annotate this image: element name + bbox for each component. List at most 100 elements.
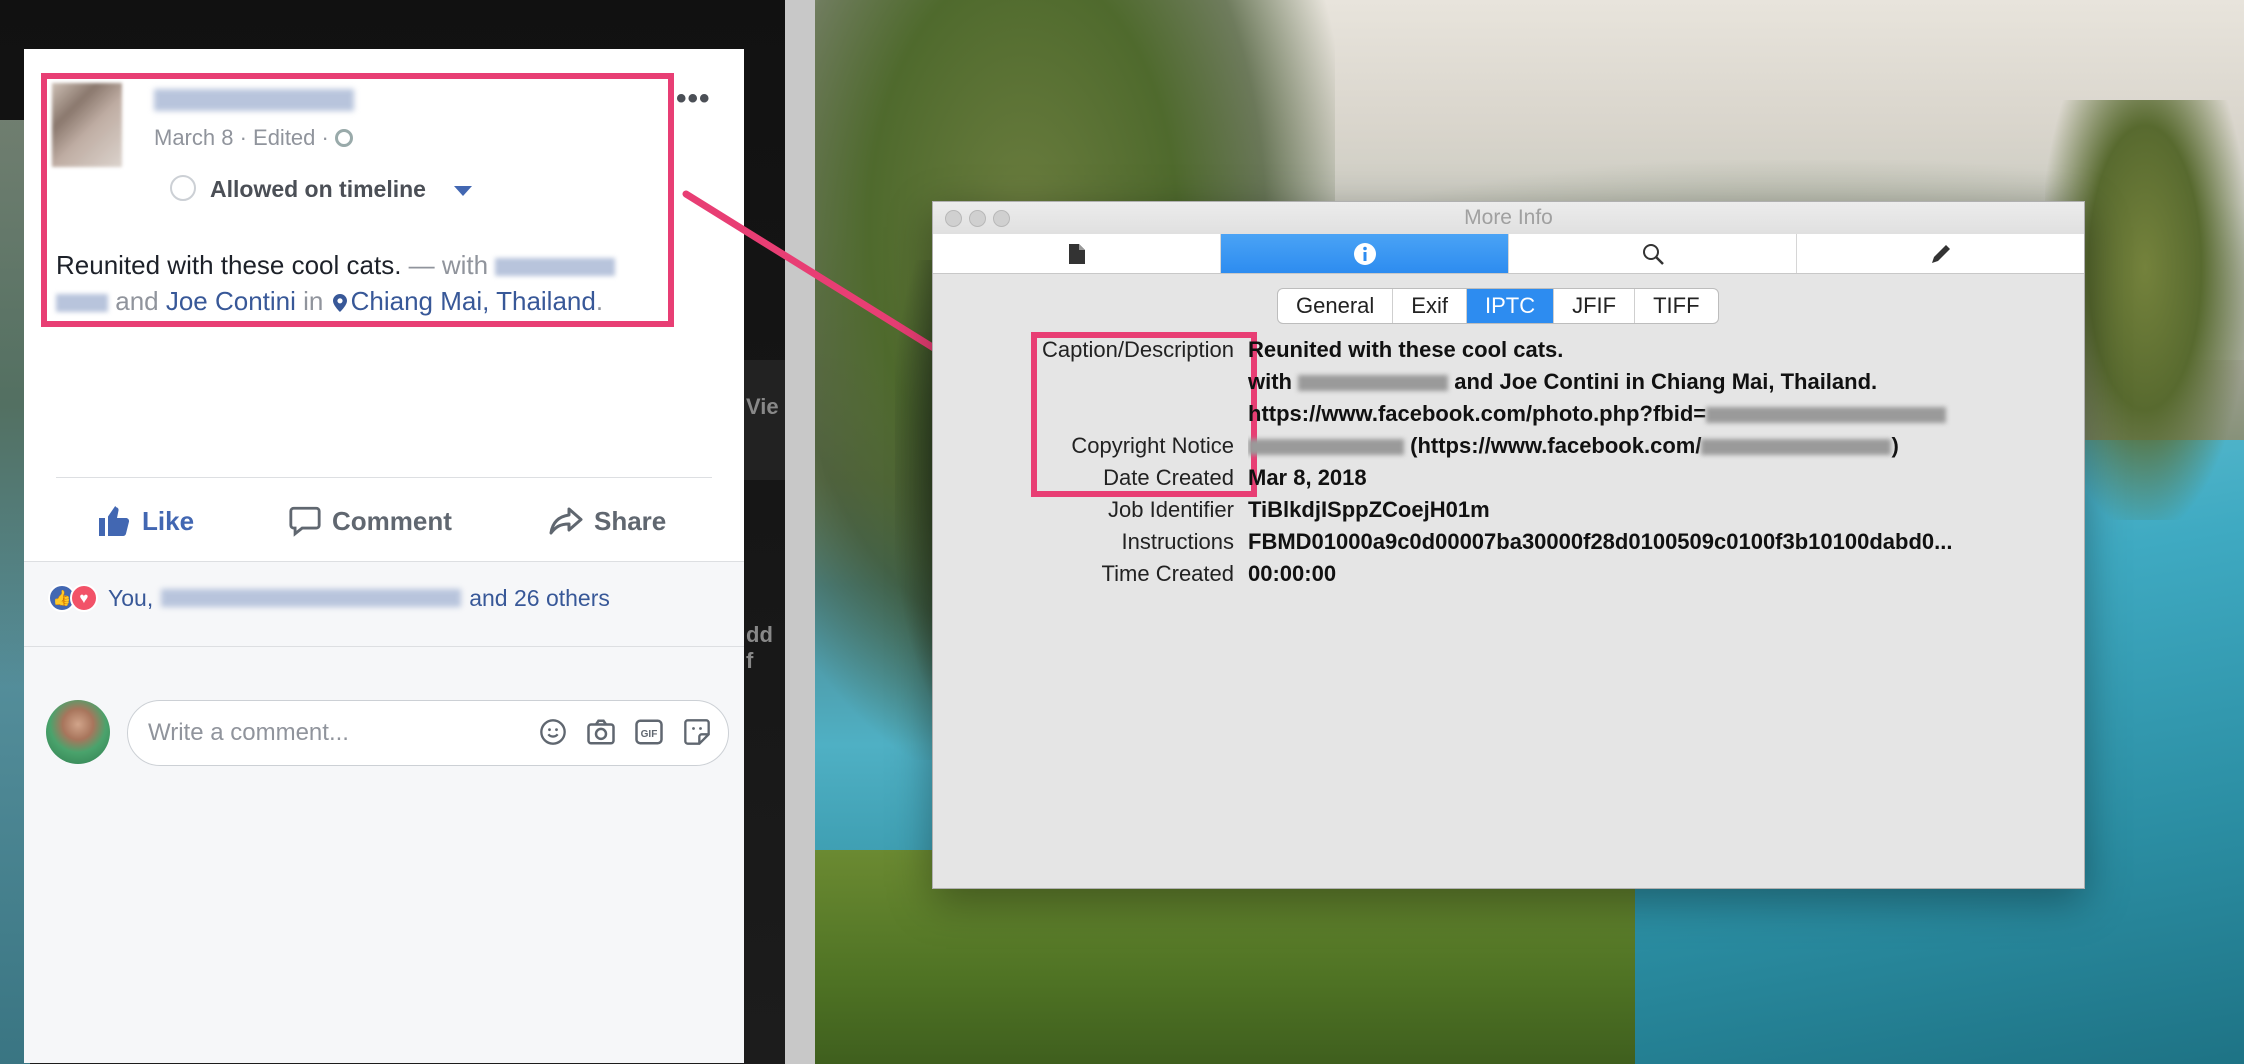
gif-icon[interactable]: GIF bbox=[634, 717, 664, 747]
inspector-toolbar bbox=[933, 234, 2084, 274]
more-info-window: More Info General Exif IPTC JFIF TIFF Ca… bbox=[932, 201, 2085, 889]
reactions-prefix: You, bbox=[108, 584, 154, 611]
search-icon bbox=[1642, 243, 1664, 265]
instructions-value: FBMD01000a9c0d00007ba30000f28d0100509c01… bbox=[1248, 529, 1953, 554]
date-created-label: Date Created bbox=[1103, 465, 1234, 490]
love-reaction-icon: ♥ bbox=[70, 584, 98, 612]
comment-input[interactable] bbox=[148, 719, 508, 747]
segment-jfif[interactable]: JFIF bbox=[1554, 289, 1636, 323]
timeline-radio[interactable] bbox=[170, 175, 196, 201]
globe-icon bbox=[334, 129, 353, 147]
post-text-main: Reunited with these cool cats. bbox=[56, 250, 402, 280]
post-and: and bbox=[115, 286, 166, 316]
instructions-row: Instructions FBMD01000a9c0d00007ba30000f… bbox=[933, 526, 2068, 558]
location-pin-icon bbox=[332, 294, 347, 312]
caption-line-3-prefix: https://www.facebook.com/photo.php?fbid= bbox=[1248, 401, 1707, 426]
tagged-friend-link[interactable]: Joe Contini bbox=[166, 286, 296, 316]
comment-button[interactable]: Comment bbox=[288, 501, 452, 541]
author-avatar[interactable] bbox=[52, 83, 122, 167]
author-name-blurred[interactable] bbox=[154, 89, 354, 111]
segment-iptc[interactable]: IPTC bbox=[1466, 289, 1555, 323]
sticker-icon[interactable] bbox=[682, 717, 712, 747]
caret-down-icon[interactable] bbox=[454, 186, 472, 196]
zoom-window-button[interactable] bbox=[993, 210, 1010, 227]
svg-text:GIF: GIF bbox=[641, 729, 658, 740]
more-options-icon[interactable]: ••• bbox=[676, 84, 711, 114]
post-with: — with bbox=[401, 250, 496, 280]
document-icon bbox=[1068, 243, 1085, 264]
job-identifier-row: Job Identifier TiBlkdjISppZCoejH01m bbox=[933, 494, 2068, 526]
segment-general[interactable]: General bbox=[1278, 289, 1394, 323]
caption-row: Caption/Description Reunited with these … bbox=[933, 334, 2068, 366]
comment-icon bbox=[289, 506, 321, 537]
share-button[interactable]: Share bbox=[548, 501, 666, 541]
caption-line-2-prefix: with bbox=[1248, 369, 1292, 394]
caption-row-2: with and Joe Contini in Chiang Mai, Thai… bbox=[933, 366, 2068, 398]
job-identifier-value: TiBlkdjISppZCoejH01m bbox=[1248, 497, 1490, 522]
like-label: Like bbox=[142, 505, 195, 536]
comment-box[interactable]: GIF bbox=[127, 700, 729, 766]
document-tab[interactable] bbox=[933, 234, 1221, 273]
time-created-label: Time Created bbox=[1101, 561, 1234, 586]
window-title: More Info bbox=[1464, 206, 1553, 229]
window-divider bbox=[785, 0, 815, 1064]
instructions-label: Instructions bbox=[1121, 529, 1235, 554]
minimize-window-button[interactable] bbox=[969, 210, 986, 227]
copyright-end: ) bbox=[1891, 433, 1899, 458]
like-button[interactable]: Like bbox=[96, 501, 194, 541]
caption-fbid-blurred bbox=[1706, 407, 1947, 424]
comment-label: Comment bbox=[332, 505, 452, 536]
post-date: March 8 · Edited · bbox=[154, 125, 353, 151]
caption-line-1: Reunited with these cool cats. bbox=[1248, 337, 1564, 362]
tagged-friend-blurred[interactable] bbox=[495, 258, 616, 277]
post-date-text: March 8 · Edited · bbox=[154, 125, 329, 150]
date-created-value: Mar 8, 2018 bbox=[1248, 465, 1367, 490]
search-tab[interactable] bbox=[1509, 234, 1797, 273]
commenter-avatar bbox=[46, 700, 110, 764]
timeline-status-label[interactable]: Allowed on timeline bbox=[210, 176, 426, 203]
reactions-section: 👍 ♥ You, and 26 others GIF bbox=[24, 561, 744, 1063]
time-created-row: Time Created 00:00:00 bbox=[933, 558, 2068, 590]
window-titlebar[interactable]: More Info bbox=[933, 202, 2084, 234]
copyright-value: (https://www.facebook.com/) bbox=[1248, 430, 2068, 462]
caption-row-3: https://www.facebook.com/photo.php?fbid= bbox=[933, 398, 2068, 430]
metadata-segmented-control: General Exif IPTC JFIF TIFF bbox=[1277, 288, 1719, 324]
date-created-row: Date Created Mar 8, 2018 bbox=[933, 462, 2068, 494]
info-icon bbox=[1353, 242, 1376, 265]
caption-name-blurred bbox=[1298, 375, 1449, 392]
action-separator bbox=[56, 477, 712, 478]
copyright-label: Copyright Notice bbox=[1071, 433, 1234, 458]
post-text: Reunited with these cool cats. — with an… bbox=[56, 247, 666, 319]
caption-line-3: https://www.facebook.com/photo.php?fbid= bbox=[1248, 398, 2068, 430]
copyright-row: Copyright Notice (https://www.facebook.c… bbox=[933, 430, 2068, 462]
time-created-value: 00:00:00 bbox=[1248, 561, 1337, 586]
smiley-icon[interactable] bbox=[538, 717, 568, 747]
info-tab[interactable] bbox=[1221, 234, 1509, 273]
copyright-mid: (https://www.facebook.com/ bbox=[1410, 433, 1702, 458]
post-in: in bbox=[295, 286, 331, 316]
pencil-icon bbox=[1931, 244, 1950, 263]
tagged-friend-blurred-2[interactable] bbox=[56, 294, 108, 313]
reactions-names-blurred[interactable] bbox=[161, 589, 462, 607]
copyright-name-blurred bbox=[1248, 439, 1404, 456]
segment-exif[interactable]: Exif bbox=[1393, 289, 1467, 323]
camera-icon[interactable] bbox=[586, 717, 616, 747]
background-add-text: dd f bbox=[746, 622, 773, 673]
edit-tab[interactable] bbox=[1797, 234, 2084, 273]
close-window-button[interactable] bbox=[945, 210, 962, 227]
facebook-post-card: March 8 · Edited · ••• Allowed on timeli… bbox=[24, 49, 744, 1063]
post-end: . bbox=[595, 286, 604, 316]
reactions-suffix[interactable]: and 26 others bbox=[469, 585, 610, 612]
reactions-separator bbox=[24, 646, 744, 647]
reactions-summary[interactable]: 👍 ♥ You, and 26 others bbox=[48, 584, 610, 612]
copyright-url-blurred bbox=[1701, 439, 1892, 456]
caption-line-2-suffix: and Joe Contini in Chiang Mai, Thailand. bbox=[1454, 369, 1878, 394]
caption-label: Caption/Description bbox=[1042, 337, 1234, 362]
comment-tools: GIF bbox=[538, 717, 712, 747]
location-link[interactable]: Chiang Mai, Thailand bbox=[351, 286, 596, 316]
thumbs-up-icon bbox=[99, 506, 130, 536]
share-icon bbox=[549, 507, 583, 535]
segment-tiff[interactable]: TIFF bbox=[1635, 289, 1717, 323]
share-label: Share bbox=[594, 505, 667, 536]
job-identifier-label: Job Identifier bbox=[1108, 497, 1234, 522]
